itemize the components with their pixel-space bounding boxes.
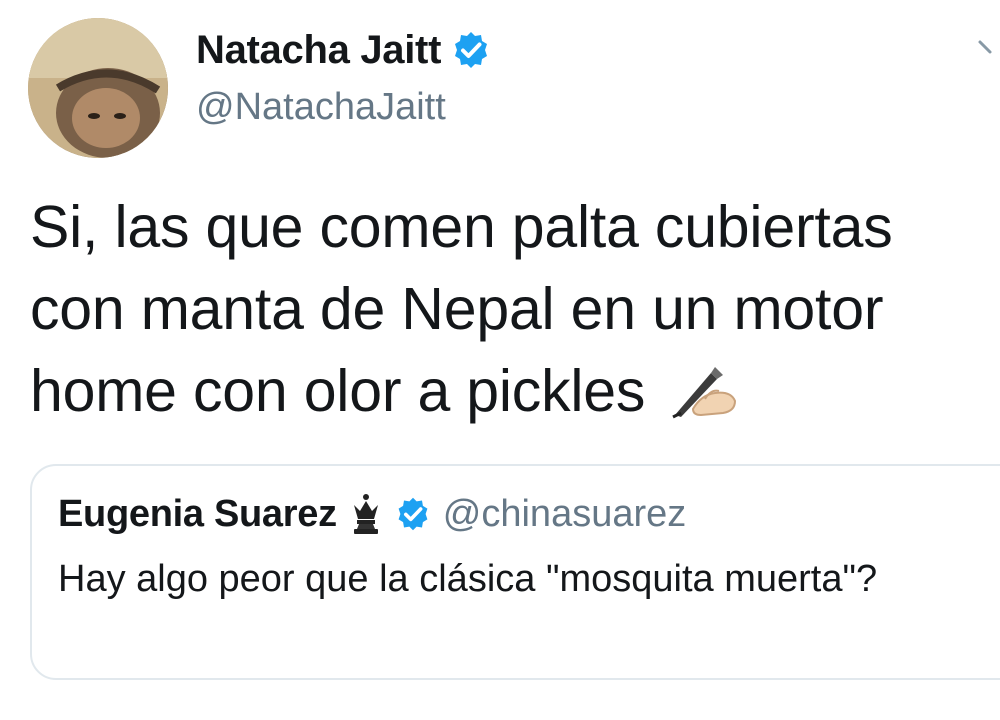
author-handle[interactable]: @NatachaJaitt (196, 86, 446, 129)
tweet-text: Si, las que comen palta cubiertas con ma… (30, 186, 990, 432)
quoted-tweet-header: Eugenia Suarez @chinasuarez (58, 490, 686, 538)
avatar[interactable] (28, 18, 168, 158)
author-name-row[interactable]: Natacha Jaitt (196, 22, 491, 78)
chess-queen-icon (353, 494, 378, 534)
chevron-down-icon[interactable] (976, 36, 1000, 60)
verified-badge-icon (398, 497, 428, 531)
tweet-text-content: Si, las que comen palta cubiertas con ma… (30, 194, 893, 424)
quoted-author-name: Eugenia Suarez (58, 492, 337, 535)
avatar-image (28, 18, 168, 158)
quoted-author-handle: @chinasuarez (442, 492, 687, 535)
writing-hand-icon (672, 367, 737, 419)
quoted-tweet[interactable]: Eugenia Suarez @chinasuarez Hay algo peo… (30, 464, 1000, 680)
verified-badge-icon (455, 32, 488, 68)
author-display-name[interactable]: Natacha Jaitt (196, 28, 441, 73)
quoted-tweet-text: Hay algo peor que la clásica "mosquita m… (58, 558, 878, 600)
tweet-card: Natacha Jaitt @NatachaJaitt Si, las que … (0, 0, 1000, 720)
